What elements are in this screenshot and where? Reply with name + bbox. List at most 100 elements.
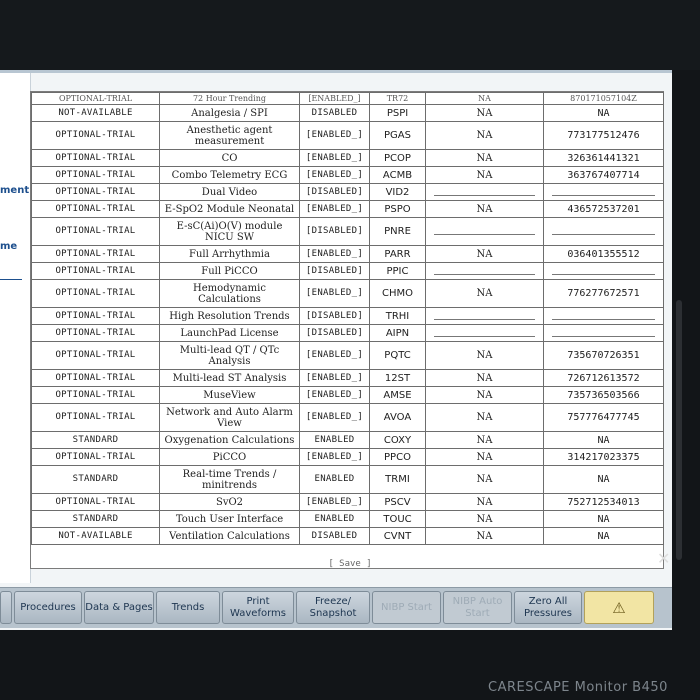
table-row[interactable]: OPTIONAL-TRIAL CO [ENABLED_] PCOP NA 32636144… [31,149,664,167]
scrollbar[interactable] [676,300,682,560]
cell-state: [ENABLED_] [299,386,370,404]
cell-status: OPTIONAL-TRIAL [31,279,160,308]
print-waveforms-button[interactable]: Print Waveforms [222,591,294,624]
cell-name: Full Arrhythmia [159,245,300,263]
table-row[interactable]: OPTIONAL-TRIAL Full PiCCO [DISABLED] PPIC [31,262,664,280]
brand-label: CARESCAPE Monitor B450 [488,680,668,695]
cell-trial: NA [425,341,544,370]
cell-key: 036401355512 [543,245,664,263]
table-row[interactable]: NOT-AVAILABLE Ventilation Calculations DIS… [31,527,664,545]
table-row[interactable]: STANDARD Oxygenation Calculations ENABLED C… [31,431,664,449]
nibp-start-button[interactable]: NIBP Start [372,591,441,624]
cell-code: AIPN [369,324,426,342]
table-row[interactable]: OPTIONAL-TRIAL Multi-lead ST Analysis [ENA… [31,369,664,387]
table-row[interactable]: OPTIONAL-TRIAL SvO2 [ENABLED_] PSCV NA 752712… [31,493,664,511]
cell-status: OPTIONAL-TRIAL [31,403,160,432]
cell-trial: NA [425,403,544,432]
cell-name: Multi-lead ST Analysis [159,369,300,387]
cell-state: [DISABLED] [299,307,370,325]
cell-trial: NA [425,279,544,308]
cell-name: Full PiCCO [159,262,300,280]
cell-state: [ENABLED_] [299,279,370,308]
table-row[interactable]: OPTIONAL-TRIAL Hemodynamic Calculations [E… [31,279,664,308]
cell-code: PPIC [369,262,426,280]
cell-state: [ENABLED_] [299,92,370,105]
cell-code: TR72 [369,92,426,105]
cell-status: OPTIONAL-TRIAL [31,448,160,466]
trends-button[interactable]: Trends [156,591,220,624]
table-row[interactable]: OPTIONAL-TRIAL E-SpO2 Module Neonatal [ENA… [31,200,664,218]
cell-state: [DISABLED] [299,324,370,342]
cell-name: Oxygenation Calculations [159,431,300,449]
cell-name: Anesthetic agent measurement [159,121,300,150]
cell-trial: NA [425,527,544,545]
table-row[interactable]: OPTIONAL-TRIAL LaunchPad License [DISABLED… [31,324,664,342]
cell-name: MuseView [159,386,300,404]
data-pages-button[interactable]: Data & Pages [84,591,154,624]
table-row[interactable]: STANDARD Touch User Interface ENABLED TOUC N… [31,510,664,528]
cell-name: Ventilation Calculations [159,527,300,545]
table-row[interactable]: OPTIONAL-TRIAL Dual Video [DISABLED] VID2 [31,183,664,201]
table-row[interactable]: NOT-AVAILABLE Analgesia / SPI DISABLED PSPI… [31,104,664,122]
cell-trial: NA [425,245,544,263]
table-row[interactable]: OPTIONAL-TRIAL MuseView [ENABLED_] AMSE NA 73… [31,386,664,404]
cell-code: PCOP [369,149,426,167]
cell-state: [ENABLED_] [299,448,370,466]
cell-state: [DISABLED] [299,262,370,280]
cell-trial: NA [425,369,544,387]
cell-status: STANDARD [31,465,160,494]
cell-status: OPTIONAL-TRIAL [31,217,160,246]
cell-key: 314217023375 [543,448,664,466]
alarm-silence-button[interactable]: ⚠ [584,591,654,624]
table-row[interactable]: OPTIONAL-TRIAL High Resolution Trends [DIS… [31,307,664,325]
cell-trial: NA [425,200,544,218]
cell-name: Real-time Trends / minitrends [159,465,300,494]
cell-code: AVOA [369,403,426,432]
cell-name: Multi-lead QT / QTc Analysis [159,341,300,370]
cell-state: [ENABLED_] [299,369,370,387]
cell-status: OPTIONAL-TRIAL [31,493,160,511]
cell-name: Network and Auto Alarm View [159,403,300,432]
left-label-2: me [0,241,18,252]
table-row[interactable]: OPTIONAL-TRIAL Anesthetic agent measureme… [31,121,664,150]
toolbar-edge-button[interactable] [0,591,12,624]
cell-code: COXY [369,431,426,449]
cell-name: 72 Hour Trending [159,92,300,105]
zero-all-pressures-button[interactable]: Zero All Pressures [514,591,582,624]
save-button[interactable]: [ Save ] [320,559,380,569]
table-row[interactable]: OPTIONAL-TRIAL Network and Auto Alarm Vie… [31,403,664,432]
cell-key: NA [543,104,664,122]
left-label-1: ment [0,185,30,196]
cell-trial: NA [425,431,544,449]
cell-key: 870171057104Z [543,92,664,105]
cell-code: PPCO [369,448,426,466]
cell-key: 752712534013 [543,493,664,511]
table-row[interactable]: OPTIONAL-TRIAL E-sC(Ai)O(V) module NICU S… [31,217,664,246]
cell-name: Hemodynamic Calculations [159,279,300,308]
software-options-table[interactable]: OPTIONAL-TRIAL 72 Hour Trending [ENABLED… [30,91,664,569]
cell-trial [425,324,544,342]
table-row[interactable]: OPTIONAL-TRIAL Full Arrhythmia [ENABLED_] P… [31,245,664,263]
cell-status: OPTIONAL-TRIAL [31,341,160,370]
cell-name: PiCCO [159,448,300,466]
table-row[interactable]: OPTIONAL-TRIAL Multi-lead QT / QTc Analys… [31,341,664,370]
table-row[interactable]: OPTIONAL-TRIAL Combo Telemetry ECG [ENABLE… [31,166,664,184]
bottom-toolbar: Procedures Data & Pages Trends Print Wavefo… [0,587,672,628]
cell-status: OPTIONAL-TRIAL [31,262,160,280]
procedures-button[interactable]: Procedures [14,591,82,624]
close-icon[interactable]: ✕ [657,549,670,568]
cell-name: E-SpO2 Module Neonatal [159,200,300,218]
cell-name: CO [159,149,300,167]
cell-code: CHMO [369,279,426,308]
cell-status: OPTIONAL-TRIAL [31,369,160,387]
cell-key: 436572537201 [543,200,664,218]
nibp-auto-start-button[interactable]: NIBP Auto Start [443,591,512,624]
table-row[interactable]: STANDARD Real-time Trends / minitrends ENA… [31,465,664,494]
cell-trial [425,217,544,246]
cell-code: PSPI [369,104,426,122]
cell-code: TOUC [369,510,426,528]
freeze-snapshot-button[interactable]: Freeze/ Snapshot [296,591,370,624]
table-row[interactable]: OPTIONAL-TRIAL PiCCO [ENABLED_] PPCO NA 31421… [31,448,664,466]
cell-key: 326361441321 [543,149,664,167]
left-side-panel: ment me [0,73,31,583]
